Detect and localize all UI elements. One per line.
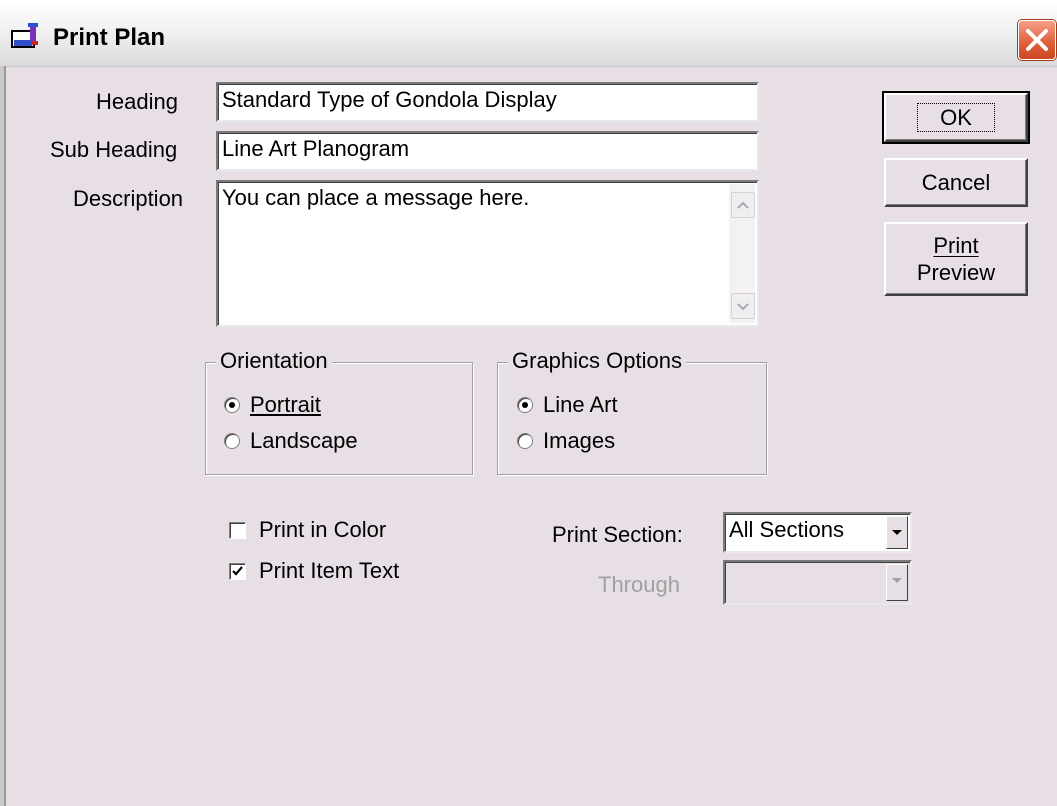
print-plan-icon [11, 23, 38, 48]
chevron-down-icon[interactable] [886, 516, 908, 549]
cancel-button[interactable]: Cancel [884, 158, 1028, 207]
portrait-radio[interactable]: Portrait [224, 392, 321, 418]
print-in-color-check-box[interactable] [229, 521, 246, 539]
ok-button-label: OK [917, 103, 995, 132]
print-preview-label-line2: Preview [916, 260, 996, 285]
title-bar[interactable]: Print Plan [0, 0, 1057, 67]
print-plan-dialog: Print Plan Heading Standard Type of Gond… [0, 0, 1057, 806]
print-preview-label-line1: Print [933, 233, 979, 258]
orientation-group: Orientation [205, 348, 473, 475]
print-item-text-check-box[interactable] [229, 562, 246, 580]
chevron-up-icon [737, 201, 749, 209]
print-section-label: Print Section: [552, 522, 683, 547]
print-section-combobox[interactable]: All Sections [723, 512, 912, 553]
print-section-value: All Sections [729, 517, 844, 542]
subheading-label: Sub Heading [50, 137, 178, 162]
chevron-down-icon [737, 303, 749, 311]
print-in-color-label: Print in Color [259, 517, 387, 542]
description-scrollbar[interactable] [729, 184, 755, 323]
line-art-radio[interactable]: Line Art [517, 392, 618, 418]
orientation-legend: Orientation [216, 348, 332, 374]
scroll-down-button[interactable] [731, 293, 755, 319]
close-icon [1026, 29, 1048, 51]
graphics-options-group: Graphics Options [497, 348, 767, 475]
ok-button[interactable]: OK [882, 91, 1030, 144]
line-art-label: Line Art [543, 392, 618, 417]
cancel-button-label: Cancel [921, 170, 991, 195]
through-label: Through [598, 572, 680, 597]
description-textarea[interactable]: You can place a message here. [216, 180, 759, 327]
graphics-options-legend: Graphics Options [508, 348, 686, 374]
close-button[interactable] [1018, 20, 1056, 60]
images-radio[interactable]: Images [517, 428, 615, 454]
window-left-border [0, 66, 6, 806]
chevron-down-icon[interactable] [886, 564, 908, 601]
print-item-text-checkbox[interactable]: Print Item Text [229, 558, 399, 584]
landscape-radio-button[interactable] [224, 433, 240, 449]
checkmark-icon [232, 565, 243, 576]
heading-input[interactable]: Standard Type of Gondola Display [216, 82, 759, 122]
through-combobox[interactable] [723, 560, 912, 605]
landscape-label: Landscape [250, 428, 358, 453]
heading-label: Heading [96, 89, 178, 114]
subheading-input[interactable]: Line Art Planogram [216, 131, 759, 171]
portrait-radio-button[interactable] [224, 397, 240, 413]
print-item-text-label: Print Item Text [259, 558, 400, 583]
print-in-color-checkbox[interactable]: Print in Color [229, 517, 386, 543]
window-title: Print Plan [53, 24, 166, 51]
images-label: Images [543, 428, 616, 453]
description-label: Description [73, 186, 184, 211]
description-text: You can place a message here. [222, 185, 530, 210]
images-radio-button[interactable] [517, 433, 533, 449]
portrait-label: Portrait [250, 392, 321, 417]
print-preview-button[interactable]: Print Preview [884, 222, 1028, 296]
line-art-radio-button[interactable] [517, 397, 533, 413]
scroll-up-button[interactable] [731, 192, 755, 218]
landscape-radio[interactable]: Landscape [224, 428, 358, 454]
